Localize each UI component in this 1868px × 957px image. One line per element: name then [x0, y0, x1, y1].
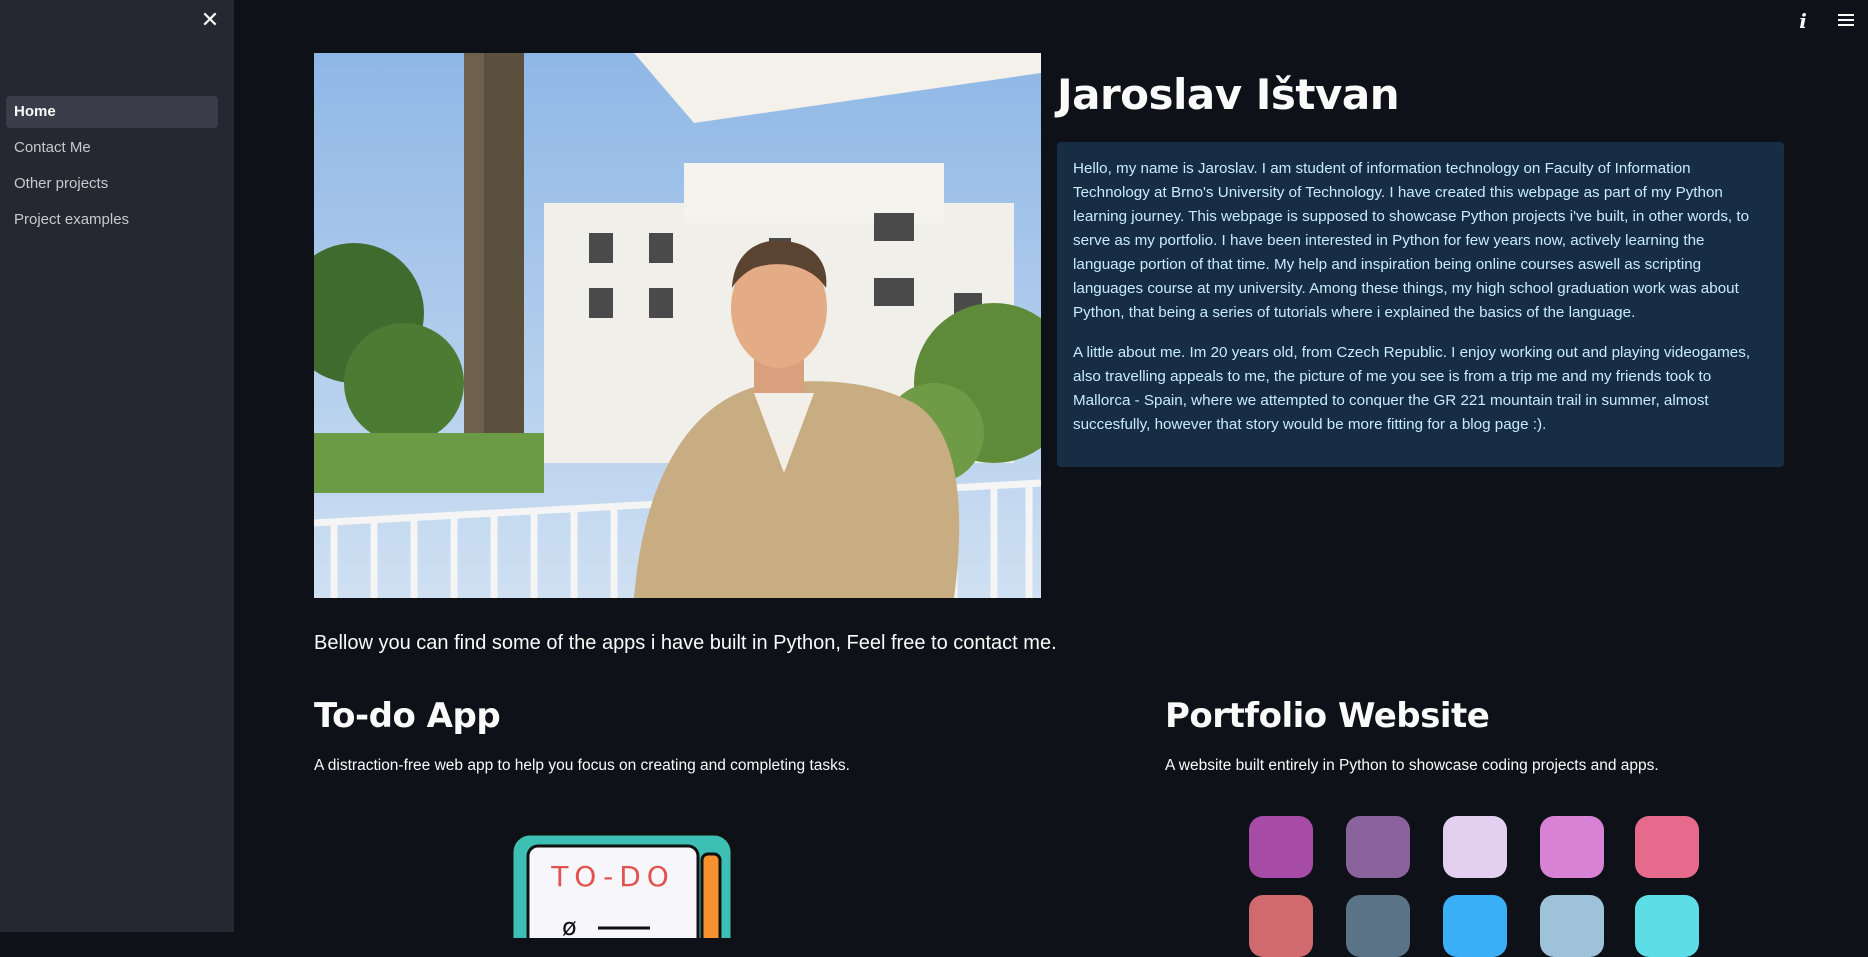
sidebar-item-home[interactable]: Home: [6, 96, 218, 128]
project-desc-todo: A distraction-free web app to help you f…: [314, 757, 850, 774]
sidebar: ✕ Home Contact Me Other projects Project…: [0, 0, 234, 932]
bio-paragraph-1: Hello, my name is Jaroslav. I am student…: [1073, 160, 1750, 321]
color-swatch: [1443, 895, 1507, 957]
color-swatch: [1346, 816, 1410, 878]
close-icon[interactable]: ✕: [199, 10, 221, 32]
color-swatch: [1635, 816, 1699, 878]
hamburger-menu-svg: [1838, 14, 1854, 26]
todo-app-image: TO-DO ø: [510, 828, 740, 957]
portfolio-website-image: [1249, 816, 1699, 957]
project-title-portfolio: Portfolio Website: [1165, 696, 1490, 736]
sidebar-nav: Home Contact Me Other projects Project e…: [6, 96, 218, 240]
info-icon[interactable]: i: [1792, 10, 1814, 32]
color-swatch: [1443, 816, 1507, 878]
project-title-todo: To-do App: [314, 696, 501, 736]
todo-image-label: TO-DO: [550, 860, 675, 893]
hamburger-menu-icon[interactable]: [1835, 10, 1857, 32]
color-swatch: [1540, 816, 1604, 878]
project-desc-portfolio: A website built entirely in Python to sh…: [1165, 757, 1659, 774]
page-title: Jaroslav Ištvan: [1057, 70, 1400, 119]
color-swatch: [1635, 895, 1699, 957]
bio-paragraph-2: A little about me. Im 20 years old, from…: [1073, 344, 1751, 433]
sidebar-item-other-projects[interactable]: Other projects: [6, 168, 218, 200]
color-swatch: [1249, 816, 1313, 878]
color-swatch: [1346, 895, 1410, 957]
profile-photo: [314, 53, 1041, 598]
bio-box: Hello, my name is Jaroslav. I am student…: [1057, 142, 1784, 467]
color-swatch: [1540, 895, 1604, 957]
svg-text:ø: ø: [562, 913, 577, 938]
sidebar-item-project-examples[interactable]: Project examples: [6, 204, 218, 236]
intro-text: Bellow you can find some of the apps i h…: [314, 632, 1057, 654]
sidebar-item-contact-me[interactable]: Contact Me: [6, 132, 218, 164]
color-swatch: [1249, 895, 1313, 957]
